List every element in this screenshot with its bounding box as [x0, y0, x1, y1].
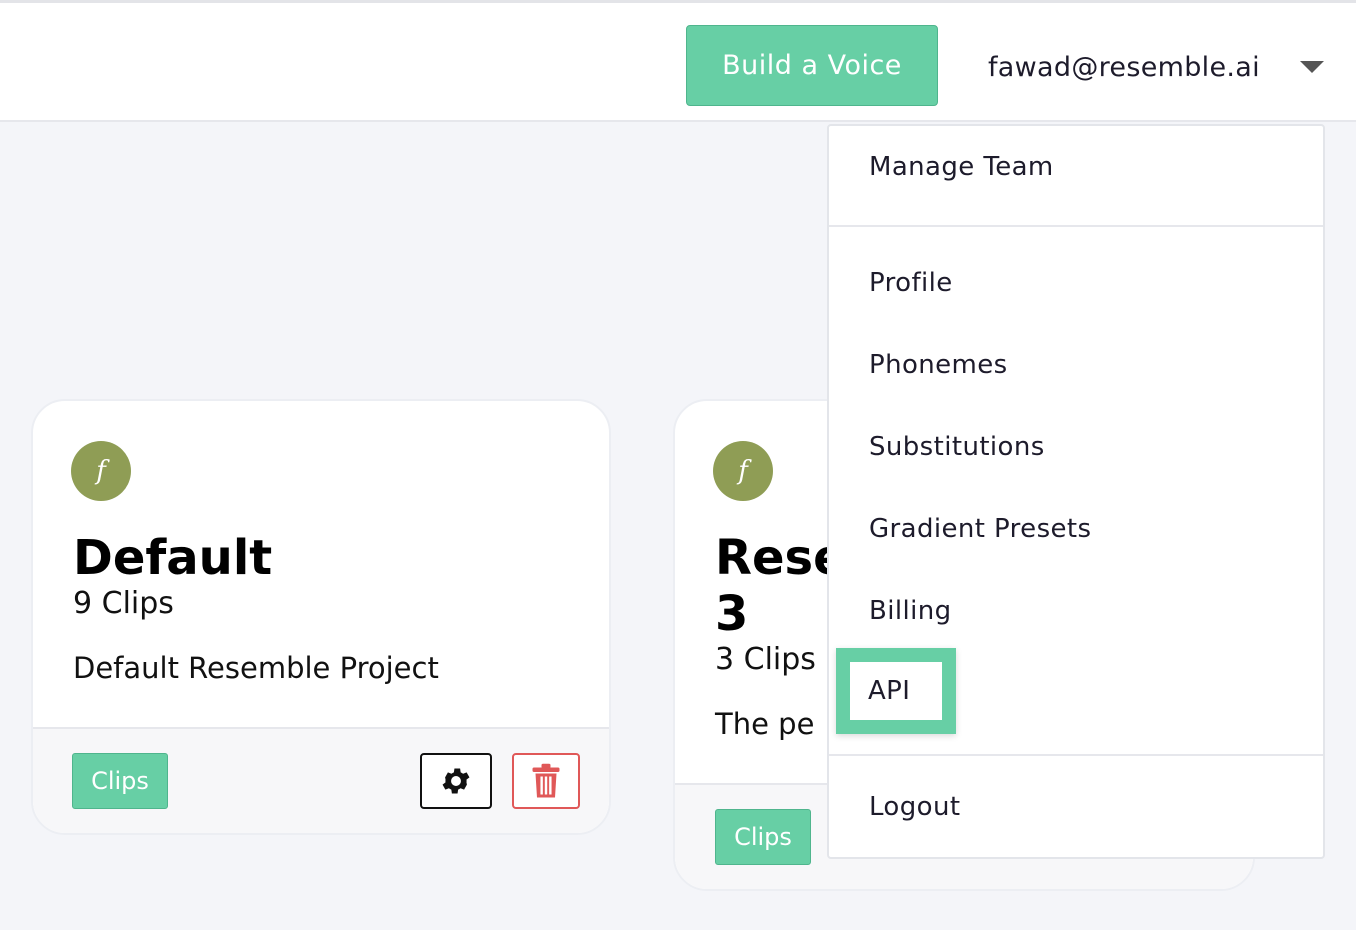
project-card-default: f Default 9 Clips Default Resemble Proje…: [31, 399, 611, 835]
menu-item-api-highlight[interactable]: API: [836, 648, 956, 734]
user-dropdown-menu: Manage Team Profile Phonemes Substitutio…: [827, 124, 1325, 859]
menu-item-logout[interactable]: Logout: [869, 792, 960, 822]
chevron-down-icon: [1300, 61, 1324, 73]
project-clip-count: 3 Clips: [715, 642, 816, 677]
menu-item-api[interactable]: API: [868, 676, 910, 706]
build-a-voice-button[interactable]: Build a Voice: [686, 25, 938, 106]
project-title: Default: [73, 530, 273, 586]
avatar: f: [713, 441, 773, 501]
menu-item-gradient-presets[interactable]: Gradient Presets: [869, 514, 1091, 544]
menu-divider: [829, 225, 1323, 227]
menu-divider: [829, 754, 1323, 756]
menu-item-substitutions[interactable]: Substitutions: [869, 432, 1045, 462]
menu-item-phonemes[interactable]: Phonemes: [869, 350, 1008, 380]
top-header: Build a Voice fawad@resemble.ai: [0, 0, 1356, 122]
gear-icon: [442, 768, 470, 794]
user-menu-toggle[interactable]: fawad@resemble.ai: [968, 43, 1338, 91]
project-description: Default Resemble Project: [73, 651, 439, 685]
project-title-line2: 3: [715, 586, 749, 642]
avatar: f: [71, 441, 131, 501]
menu-item-profile[interactable]: Profile: [869, 268, 953, 298]
user-email: fawad@resemble.ai: [988, 51, 1260, 83]
trash-icon: [532, 763, 560, 798]
project-clip-count: 9 Clips: [73, 586, 174, 621]
card-footer: Clips: [33, 727, 609, 833]
delete-button[interactable]: [512, 753, 580, 809]
clips-button[interactable]: Clips: [715, 809, 811, 865]
menu-item-manage-team[interactable]: Manage Team: [869, 152, 1054, 182]
settings-button[interactable]: [420, 753, 492, 809]
project-description: The pe: [715, 707, 815, 741]
menu-item-billing[interactable]: Billing: [869, 596, 952, 626]
clips-button[interactable]: Clips: [72, 753, 168, 809]
